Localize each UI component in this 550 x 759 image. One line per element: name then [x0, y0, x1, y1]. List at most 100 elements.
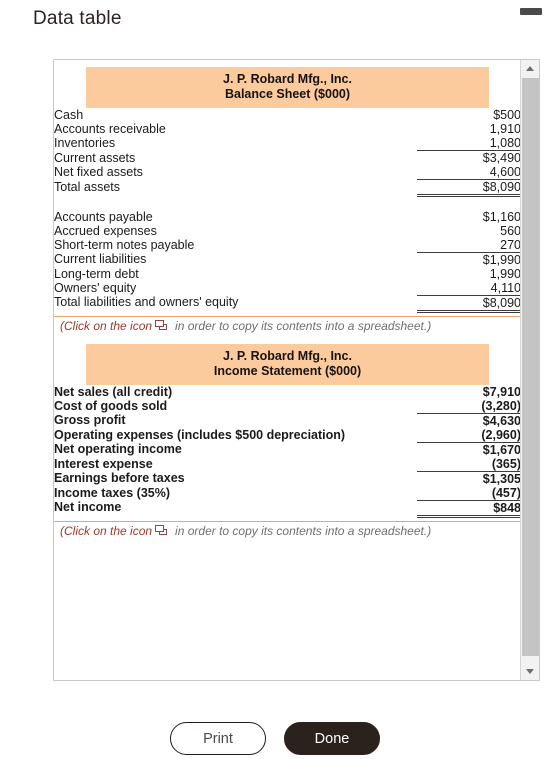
balance-sheet-statement-title: Balance Sheet ($000)	[224, 87, 351, 101]
balance-sheet-caption-prefix: (Click on the icon	[60, 318, 153, 333]
row-gap	[388, 151, 417, 166]
done-button[interactable]: Done	[284, 722, 380, 755]
row-label: Net income	[54, 500, 122, 514]
balance-sheet-header: J. P. Robard Mfg., Inc. Balance Sheet ($…	[86, 67, 489, 108]
row-gap	[388, 252, 417, 267]
table-row: Long-term debt 1,990	[54, 267, 521, 281]
row-value: 4,110	[490, 280, 521, 295]
row-value: 560	[500, 223, 521, 238]
income-statement-caption-prefix: (Click on the icon	[60, 523, 153, 538]
table-row: Accounts receivable 1,910	[54, 122, 521, 136]
balance-sheet-table: Cash $500 Accounts receivable 1,910 Inventor…	[54, 108, 521, 313]
table-row: Interest expense (365)	[54, 457, 521, 472]
row-value: $7,910	[482, 384, 521, 399]
scroll-up-arrow-icon[interactable]	[521, 60, 539, 77]
row-label: Cost of goods sold	[54, 398, 168, 413]
row-gap	[388, 295, 417, 311]
dialog-footer: Print Done	[0, 722, 550, 759]
row-value: $848	[417, 499, 521, 518]
row-label: Short-term notes payable	[54, 237, 195, 252]
row-value: $1,305	[417, 470, 521, 486]
table-row: Total liabilities and owners' equity $8,0…	[54, 294, 521, 313]
table-row: Net fixed assets 4,600	[54, 165, 521, 180]
income-statement-block: J. P. Robard Mfg., Inc. Income Statement…	[54, 343, 521, 542]
row-value: (365)	[491, 456, 521, 471]
print-button[interactable]: Print	[170, 722, 266, 755]
vertical-scrollbar[interactable]	[520, 60, 539, 680]
table-row: Net sales (all credit) $7,910	[54, 385, 521, 399]
balance-sheet-copy-caption[interactable]: (Click on the icon in order to copy its c…	[54, 315, 521, 337]
row-value: 4,600	[489, 165, 521, 179]
page-title: Data table	[33, 8, 122, 29]
copy-to-spreadsheet-icon[interactable]	[155, 524, 168, 536]
balance-sheet-company: J. P. Robard Mfg., Inc.	[223, 72, 352, 86]
row-label: Inventories	[54, 136, 116, 150]
copy-to-spreadsheet-icon[interactable]	[155, 319, 168, 331]
row-label: Accrued expenses	[54, 223, 157, 238]
row-label: Interest expense	[54, 456, 153, 471]
income-statement-copy-caption[interactable]: (Click on the icon in order to copy its c…	[54, 520, 521, 542]
row-gap	[388, 180, 417, 196]
table-row: Net income $848	[54, 499, 521, 518]
row-value: (3,280)	[481, 398, 521, 413]
table-row: Inventories 1,080	[54, 136, 521, 151]
spacer-cell	[54, 196, 521, 210]
row-value: $1,990	[417, 251, 521, 267]
minimize-icon[interactable]	[520, 8, 542, 15]
row-gap	[388, 224, 417, 238]
row-label: Accounts payable	[54, 209, 153, 224]
row-value: $1,160	[482, 209, 521, 224]
scrollbar-thumb[interactable]	[522, 78, 539, 656]
scroll-down-arrow-icon[interactable]	[521, 663, 539, 680]
row-gap	[388, 165, 417, 180]
table-row	[54, 196, 521, 210]
row-label: Current assets	[54, 150, 136, 165]
row-gap	[388, 108, 417, 122]
row-label: Net sales (all credit)	[54, 384, 173, 399]
row-gap	[388, 457, 417, 472]
data-table-dialog: Data table J. P. Robard Mfg., Inc. Balan…	[0, 0, 550, 759]
table-row: Accrued expenses 560	[54, 224, 521, 238]
row-label: Earnings before taxes	[54, 471, 185, 485]
income-statement-caption-suffix: in order to copy its contents into a spr…	[175, 523, 432, 538]
table-row: Short-term notes payable 270	[54, 238, 521, 253]
row-label: Total liabilities and owners' equity	[54, 295, 239, 309]
row-gap	[388, 210, 417, 224]
balance-sheet-block: J. P. Robard Mfg., Inc. Balance Sheet ($…	[54, 67, 521, 337]
statements-container: J. P. Robard Mfg., Inc. Balance Sheet ($…	[54, 60, 521, 680]
row-gap	[388, 136, 417, 151]
row-gap	[388, 238, 417, 253]
table-row: Cost of goods sold (3,280)	[54, 399, 521, 414]
table-row: Income taxes (35%) (457)	[54, 486, 521, 501]
balance-sheet-caption-suffix: in order to copy its contents into a spr…	[175, 318, 432, 333]
row-value: $8,090	[417, 179, 521, 197]
row-label: Accounts receivable	[54, 122, 166, 136]
table-row: Gross profit $4,630	[54, 412, 521, 428]
row-value: (457)	[491, 485, 521, 500]
row-label: Net fixed assets	[54, 165, 143, 179]
row-gap	[388, 471, 417, 486]
row-value: 1,990	[489, 266, 521, 281]
row-gap	[388, 500, 417, 516]
row-value: 1,080	[489, 136, 521, 150]
row-label: Long-term debt	[54, 266, 139, 281]
row-gap	[388, 442, 417, 457]
table-row: Net operating income $1,670	[54, 441, 521, 457]
row-label: Operating expenses (includes $500 deprec…	[54, 427, 346, 442]
row-label: Cash	[54, 108, 84, 122]
table-row: Current assets $3,490	[54, 150, 521, 166]
income-statement-header: J. P. Robard Mfg., Inc. Income Statement…	[86, 343, 489, 385]
table-row: Accounts payable $1,160	[54, 210, 521, 224]
table-row: Owners' equity 4,110	[54, 281, 521, 296]
row-label: Income taxes (35%)	[54, 485, 171, 500]
row-value: 270	[500, 237, 521, 252]
income-statement-table: Net sales (all credit) $7,910 Cost of good…	[54, 385, 521, 518]
row-value: $8,090	[417, 294, 521, 313]
row-label: Net operating income	[54, 442, 182, 456]
income-statement-company: J. P. Robard Mfg., Inc.	[223, 348, 352, 363]
row-label: Gross profit	[54, 413, 126, 427]
row-gap	[388, 281, 417, 296]
row-value: $3,490	[417, 150, 521, 165]
row-gap	[388, 413, 417, 428]
table-row: Cash $500	[54, 108, 521, 122]
